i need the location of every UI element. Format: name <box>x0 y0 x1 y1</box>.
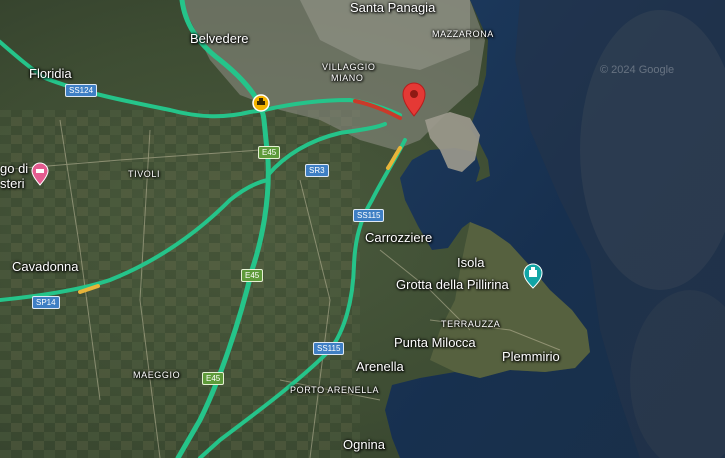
label-punta-milocca: Punta Milocca <box>394 335 476 350</box>
label-ognina: Ognina <box>343 437 385 452</box>
label-villaggio: VILLAGGIO <box>322 62 376 72</box>
label-terrauzza: TERRAUZZA <box>441 319 501 329</box>
label-santa-panagia: Santa Panagia <box>350 0 436 15</box>
label-arenella: Arenella <box>356 359 404 374</box>
shield-sp14: SP14 <box>32 296 60 309</box>
farm-fields <box>0 110 360 458</box>
label-carrozziere: Carrozziere <box>365 230 433 245</box>
label-maeggio: MAEGGIO <box>133 370 181 380</box>
label-isola: Isola <box>457 255 485 270</box>
label-tivoli: TIVOLI <box>128 169 161 179</box>
label-borgo-di-2: steri <box>0 176 25 191</box>
label-belvedere: Belvedere <box>190 31 249 46</box>
road-incident-icon[interactable] <box>252 94 270 112</box>
label-porto-arenella: PORTO ARENELLA <box>290 385 380 395</box>
shield-e45-mid: E45 <box>241 269 264 282</box>
shield-ss115-south: SS115 <box>313 342 345 355</box>
shield-sr3: SR3 <box>305 164 329 177</box>
map-watermark: © 2024 Google <box>600 64 675 76</box>
label-borgo-di: go di <box>0 161 29 176</box>
shield-ss115-north: SS115 <box>353 209 385 222</box>
shield-e45-south: E45 <box>202 372 225 385</box>
label-miano: MIANO <box>331 73 364 83</box>
label-cavadonna: Cavadonna <box>12 259 79 274</box>
label-plemmirio: Plemmirio <box>502 349 560 364</box>
label-mazzarona: MAZZARONA <box>432 29 494 39</box>
map-view[interactable]: Santa Panagia Belvedere MAZZARONA Florid… <box>0 0 725 458</box>
label-grotta-della-pillirina: Grotta della Pillirina <box>396 277 509 292</box>
shield-e45-north: E45 <box>258 146 281 159</box>
shield-ss124: SS124 <box>65 84 98 97</box>
label-floridia: Floridia <box>29 66 72 81</box>
